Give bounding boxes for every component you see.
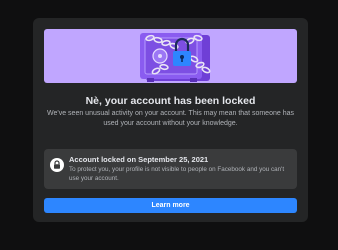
locked-safe-illustration	[140, 33, 211, 82]
notice-body: To protect you, your profile is not visi…	[69, 166, 285, 182]
illustration-banner	[44, 29, 297, 83]
dialog-title: Nè, your account has been locked	[85, 95, 256, 107]
dialog-description: We've seen unusual activity on your acco…	[47, 110, 294, 127]
account-locked-dialog: Nè, your account has been locked We've s…	[33, 18, 308, 222]
lock-icon	[50, 158, 64, 172]
learn-more-button[interactable]: Learn more	[44, 198, 297, 213]
notice-title: Account locked on September 25, 2021	[69, 155, 209, 164]
lock-notice: Account locked on September 25, 2021 To …	[44, 149, 297, 189]
